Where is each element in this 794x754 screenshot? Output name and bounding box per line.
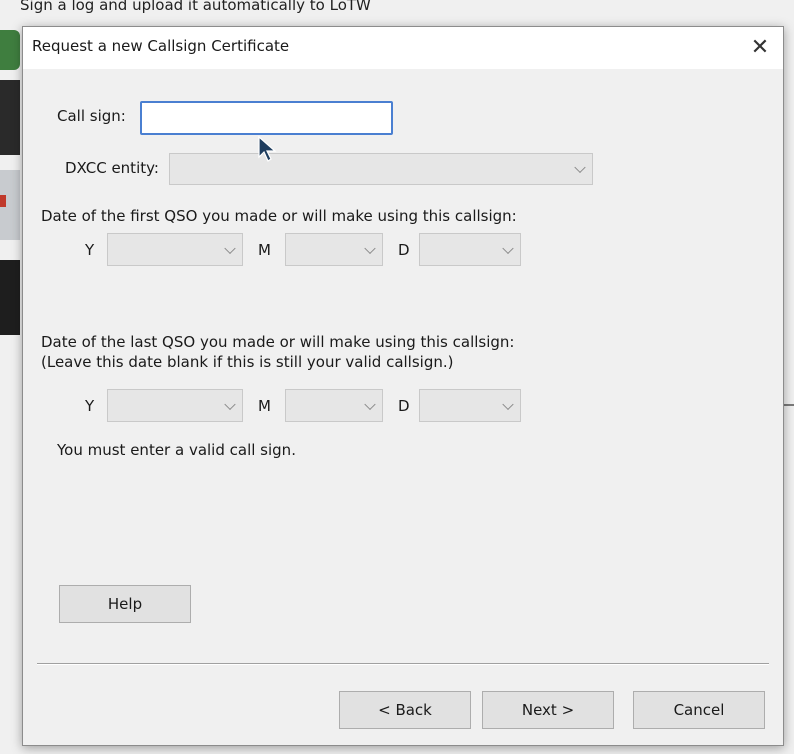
mouse-pointer-icon <box>258 135 277 162</box>
close-icon: ✕ <box>750 35 770 60</box>
callsign-input[interactable] <box>140 101 393 135</box>
last-qso-day-label: D <box>398 397 410 415</box>
callsign-certificate-dialog: Request a new Callsign Certificate ✕ Cal… <box>22 26 784 746</box>
cancel-button[interactable]: Cancel <box>633 691 765 729</box>
chevron-down-icon <box>364 242 376 254</box>
back-button[interactable]: < Back <box>339 691 471 729</box>
last-qso-year-label: Y <box>85 397 95 415</box>
background-thumbnail-3 <box>0 260 20 335</box>
first-qso-year-select[interactable] <box>107 233 243 266</box>
chevron-down-icon <box>502 398 514 410</box>
last-qso-day-select[interactable] <box>419 389 521 422</box>
background-icon-green <box>0 30 20 70</box>
first-qso-year-label: Y <box>85 241 95 259</box>
dxcc-label: DXCC entity: <box>65 159 159 177</box>
first-qso-month-select[interactable] <box>285 233 383 266</box>
dialog-title: Request a new Callsign Certificate <box>32 37 290 55</box>
help-button[interactable]: Help <box>59 585 191 623</box>
background-thumbnail-2 <box>0 170 20 240</box>
chevron-down-icon <box>502 242 514 254</box>
callsign-label: Call sign: <box>57 107 126 125</box>
close-button[interactable]: ✕ <box>737 27 783 69</box>
chevron-down-icon <box>364 398 376 410</box>
dxcc-select[interactable] <box>169 153 593 185</box>
screen: Sign a log and upload it automatically t… <box>0 0 794 754</box>
first-qso-month-label: M <box>258 241 271 259</box>
dialog-titlebar: Request a new Callsign Certificate ✕ <box>23 27 783 69</box>
footer-separator <box>37 663 769 665</box>
chevron-down-icon <box>574 161 586 174</box>
chevron-down-icon <box>224 398 236 410</box>
first-qso-day-select[interactable] <box>419 233 521 266</box>
last-qso-note: (Leave this date blank if this is still … <box>41 353 454 371</box>
next-button[interactable]: Next > <box>482 691 614 729</box>
last-qso-heading: Date of the last QSO you made or will ma… <box>41 333 515 351</box>
last-qso-year-select[interactable] <box>107 389 243 422</box>
background-window-caption: Sign a log and upload it automatically t… <box>20 0 371 14</box>
first-qso-heading: Date of the first QSO you made or will m… <box>41 207 517 225</box>
last-qso-month-label: M <box>258 397 271 415</box>
background-thumbnail-1 <box>0 80 20 155</box>
first-qso-day-label: D <box>398 241 410 259</box>
last-qso-month-select[interactable] <box>285 389 383 422</box>
chevron-down-icon <box>224 242 236 254</box>
validation-message: You must enter a valid call sign. <box>57 441 296 459</box>
